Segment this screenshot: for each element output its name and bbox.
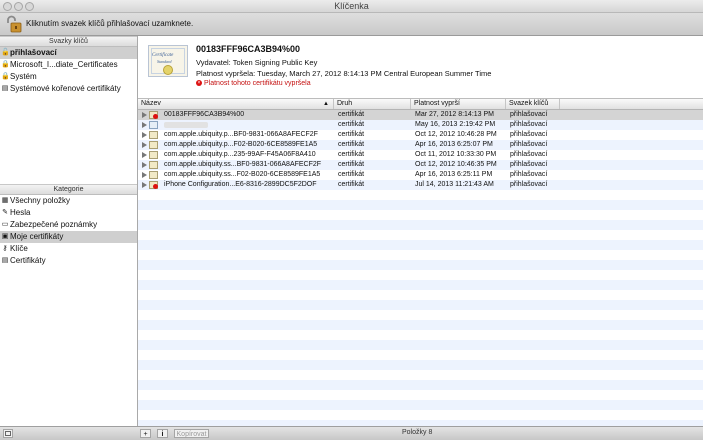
sidebar-item-label: Moje certifikáty bbox=[10, 232, 64, 241]
window-titlebar: Klíčenka bbox=[0, 0, 703, 13]
sidebar-item-label: Zabezpečené poznámky bbox=[10, 220, 98, 229]
table-row[interactable]: com.apple.ubiquity.ss...BF0-9831-066A8AF… bbox=[138, 160, 703, 170]
sidebar-item-my-certificates[interactable]: ▣ Moje certifikáty bbox=[0, 231, 137, 243]
lock-hint-text: Kliknutím svazek klíčů přihlašovací uzam… bbox=[26, 19, 194, 28]
sidebar-item-login[interactable]: 🔓 přihlašovací bbox=[0, 47, 137, 59]
sort-ascending-icon: ▲ bbox=[323, 101, 329, 107]
main-panel: Certificate Standard 00183FFF96CA3B94%00… bbox=[138, 36, 703, 426]
disclosure-triangle-icon[interactable] bbox=[142, 152, 147, 158]
window-title: Klíčenka bbox=[334, 1, 369, 11]
my-certificates-icon: ▣ bbox=[1, 233, 9, 240]
certificate-info-panel: Certificate Standard 00183FFF96CA3B94%00… bbox=[138, 36, 703, 99]
certificate-invalid-icon bbox=[149, 111, 158, 119]
sidebar-item-label: Systém bbox=[10, 72, 37, 81]
certificate-icon: ▤ bbox=[1, 257, 9, 264]
sidebar-item-secure-notes[interactable]: ▭ Zabezpečené poznámky bbox=[0, 219, 137, 231]
items-table: 00183FFF96CA3B94%00 certifikát Mar 27, 2… bbox=[138, 110, 703, 426]
sidebar-item-microsoft-certificates[interactable]: 🔒 Microsoft_I...diate_Certificates bbox=[0, 59, 137, 71]
sidebar-item-system[interactable]: 🔒 Systém bbox=[0, 71, 137, 83]
disclosure-triangle-icon[interactable] bbox=[142, 112, 147, 118]
redacted-name bbox=[164, 122, 208, 128]
disclosure-triangle-icon[interactable] bbox=[142, 142, 147, 148]
sidebar-item-label: přihlašovací bbox=[10, 48, 57, 57]
column-header-keychain[interactable]: Svazek klíčů bbox=[506, 99, 560, 109]
sidebar-item-passwords[interactable]: ✎ Hesla bbox=[0, 207, 137, 219]
disclosure-triangle-icon[interactable] bbox=[142, 122, 147, 128]
note-icon: ▭ bbox=[1, 221, 9, 228]
item-count: Položky 8 bbox=[402, 429, 433, 436]
sidebar-item-label: Všechny položky bbox=[10, 196, 71, 205]
certificate-expiry: Platnost vypršela: Tuesday, March 27, 20… bbox=[196, 69, 492, 78]
table-row[interactable]: com.apple.ubiquity.p...F02-B020-6CE8589F… bbox=[138, 140, 703, 150]
sidebar-item-system-roots[interactable]: ▤ Systémové kořenové certifikáty bbox=[0, 83, 137, 95]
table-row[interactable]: com.apple.ubiquity.p...235-99AF-F45A06F8… bbox=[138, 150, 703, 160]
toolbar: Kliknutím svazek klíčů přihlašovací uzam… bbox=[0, 13, 703, 36]
disclosure-triangle-icon[interactable] bbox=[142, 162, 147, 168]
sidebar-icon bbox=[5, 431, 11, 436]
error-icon: × bbox=[196, 80, 202, 87]
disclosure-triangle-icon[interactable] bbox=[142, 132, 147, 138]
disclosure-triangle-icon[interactable] bbox=[142, 172, 147, 178]
certificate-icon-subword: Standard bbox=[157, 59, 172, 64]
add-item-button[interactable]: + bbox=[140, 429, 151, 438]
certificate-icon bbox=[149, 161, 158, 169]
column-header-kind[interactable]: Druh bbox=[334, 99, 411, 109]
certificate-title: 00183FFF96CA3B94%00 bbox=[196, 44, 301, 54]
unlocked-padlock-icon[interactable] bbox=[4, 15, 22, 33]
keychains-header: Svazky klíčů bbox=[0, 36, 137, 47]
keychain-lock-icon: 🔓 bbox=[1, 49, 10, 56]
table-row[interactable]: com.apple.ubiquity.ss...F02-B020-6CE8589… bbox=[138, 170, 703, 180]
table-row[interactable]: certifikát May 16, 2013 2:19:42 PM přihl… bbox=[138, 120, 703, 130]
certificate-issuer: Vydavatel: Token Signing Public Key bbox=[196, 58, 318, 67]
copy-button[interactable]: Kopírovat bbox=[174, 429, 209, 438]
status-bar: + i Kopírovat Položky 8 bbox=[0, 426, 703, 440]
column-header-name[interactable]: Název ▲ bbox=[138, 99, 334, 109]
certificate-icon bbox=[149, 131, 158, 139]
all-items-icon: ▦ bbox=[1, 197, 9, 204]
sidebar-item-all-items[interactable]: ▦ Všechny položky bbox=[0, 195, 137, 207]
table-header: Název ▲ Druh Platnost vyprší Svazek klíčů bbox=[138, 99, 703, 110]
sidebar-item-certificates[interactable]: ▤ Certifikáty bbox=[0, 255, 137, 267]
table-row[interactable]: com.apple.ubiquity.p...BF0-9831-066A8AFE… bbox=[138, 130, 703, 140]
table-row[interactable]: iPhone Configuration...E6-8316-2899DC5F2… bbox=[138, 180, 703, 190]
certificate-icon-word: Certificate bbox=[152, 53, 174, 58]
certificate-icon bbox=[149, 171, 158, 179]
certificate-large-icon: Certificate Standard bbox=[148, 45, 188, 77]
key-icon: ⚷ bbox=[2, 245, 8, 252]
sidebar-item-label: Microsoft_I...diate_Certificates bbox=[10, 60, 118, 69]
certificate-invalid-icon bbox=[149, 181, 158, 189]
certificate-icon bbox=[149, 121, 158, 129]
certificate-warning: × Platnost tohoto certifikátu vypršela bbox=[196, 80, 311, 87]
column-header-expires[interactable]: Platnost vyprší bbox=[411, 99, 506, 109]
categories-header: Kategorie bbox=[0, 184, 137, 195]
sidebar-item-label: Hesla bbox=[10, 208, 31, 217]
toggle-sidebar-button[interactable] bbox=[3, 429, 13, 438]
sidebar-item-label: Klíče bbox=[10, 244, 28, 253]
table-row[interactable]: 00183FFF96CA3B94%00 certifikát Mar 27, 2… bbox=[138, 110, 703, 120]
sidebar: Svazky klíčů 🔓 přihlašovací 🔒 Microsoft_… bbox=[0, 36, 138, 426]
sidebar-item-keys[interactable]: ⚷ Klíče bbox=[0, 243, 137, 255]
certificate-icon bbox=[149, 141, 158, 149]
keychain-lock-icon: 🔒 bbox=[1, 61, 10, 68]
password-icon: ✎ bbox=[2, 209, 8, 216]
certificate-seal-icon bbox=[163, 65, 173, 75]
sidebar-item-label: Systémové kořenové certifikáty bbox=[10, 84, 121, 93]
keychain-lock-icon: 🔒 bbox=[1, 73, 10, 80]
certificate-icon bbox=[149, 151, 158, 159]
sidebar-item-label: Certifikáty bbox=[10, 256, 46, 265]
info-button[interactable]: i bbox=[157, 429, 168, 438]
categories-section: Kategorie ▦ Všechny položky ✎ Hesla ▭ Za… bbox=[0, 184, 137, 267]
disclosure-triangle-icon[interactable] bbox=[142, 182, 147, 188]
folder-icon: ▤ bbox=[1, 85, 9, 92]
